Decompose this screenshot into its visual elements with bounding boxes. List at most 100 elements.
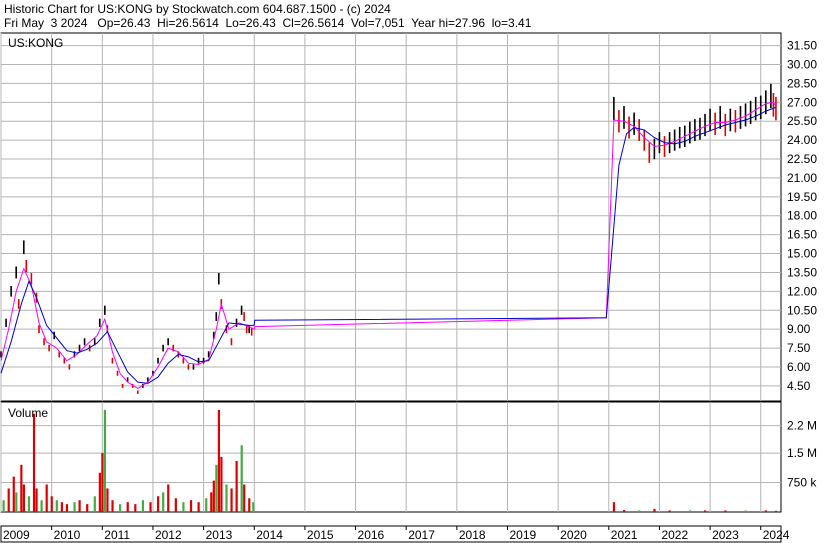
- x-tick-label: 2024: [763, 528, 790, 542]
- x-tick-label: 2022: [661, 528, 688, 542]
- price-tick-label: 19.50: [787, 190, 817, 204]
- volume-bar: [162, 492, 165, 512]
- price-tick-label: 21.00: [787, 171, 817, 185]
- volume-bar: [243, 484, 246, 512]
- x-tick-label: 2014: [256, 528, 283, 542]
- volume-bar: [55, 500, 58, 512]
- volume-bar: [15, 492, 18, 512]
- volume-bar: [35, 488, 38, 512]
- volume-bar: [40, 500, 43, 512]
- volume-bar: [141, 500, 145, 512]
- volume-plot-area: [0, 401, 782, 513]
- volume-bar: [167, 484, 170, 512]
- volume-bar: [93, 496, 96, 512]
- price-tick-label: 16.50: [787, 228, 817, 242]
- volume-bar: [240, 445, 243, 512]
- price-tick-label: 27.00: [787, 95, 817, 109]
- x-tick-label: 2010: [54, 528, 81, 542]
- volume-bar: [230, 488, 233, 512]
- x-tick-label: 2012: [155, 528, 182, 542]
- volume-bar: [12, 476, 15, 512]
- price-tick-label: 25.50: [787, 114, 817, 128]
- volume-bar: [248, 498, 251, 512]
- volume-bar: [7, 488, 10, 512]
- volume-bar: [22, 484, 25, 512]
- volume-bar: [612, 502, 616, 512]
- x-tick-label: 2019: [509, 528, 536, 542]
- volume-bar: [668, 510, 671, 512]
- x-tick-label: 2013: [206, 528, 233, 542]
- price-tick-label: 13.50: [787, 265, 817, 279]
- volume-bar: [225, 484, 228, 512]
- price-tick-label: 9.00: [787, 322, 811, 336]
- x-tick-label: 2020: [560, 528, 587, 542]
- volume-bar: [149, 502, 152, 512]
- x-axis: 2009 2010 2011 2012 2013 2014 2015 2016 2017 2018…: [0, 525, 790, 543]
- volume-bar: [106, 488, 109, 512]
- volume-bar: [86, 504, 89, 512]
- x-tick-label: 2023: [712, 528, 739, 542]
- volume-bar: [65, 504, 69, 512]
- x-tick-label: 2011: [104, 528, 130, 542]
- volume-bar: [215, 464, 218, 512]
- volume-bar: [182, 502, 185, 512]
- price-panel: 31.50 30.00 28.50 27.00 25.50 24.00 22.50 21.00…: [0, 32, 817, 402]
- volume-bar: [174, 498, 177, 512]
- price-tick-label: 15.00: [787, 247, 817, 261]
- volume-bar: [60, 502, 63, 512]
- price-tick-label: 10.50: [787, 303, 817, 317]
- volume-axis-ticks: 2.2 M 1.5 M 750 k: [787, 419, 817, 490]
- volume-bar: [212, 480, 215, 512]
- price-tick-label: 6.00: [787, 360, 811, 374]
- volume-tick-label: 750 k: [787, 476, 817, 490]
- volume-bar: [27, 496, 31, 512]
- volume-bar: [764, 510, 768, 512]
- x-tick-label: 2015: [307, 528, 334, 542]
- volume-bar: [744, 510, 747, 512]
- volume-bar: [78, 500, 81, 512]
- price-plot-area: [0, 32, 782, 402]
- volume-bar: [73, 502, 76, 512]
- volume-bar: [45, 484, 48, 512]
- volume-bar: [774, 510, 778, 512]
- x-tick-label: 2009: [3, 528, 30, 542]
- price-axis-ticks: 31.50 30.00 28.50 27.00 25.50 24.00 22.50 21.00…: [787, 39, 817, 393]
- volume-bar: [134, 504, 137, 512]
- price-tick-label: 4.50: [787, 379, 811, 393]
- volume-bar: [210, 492, 213, 512]
- volume-bar: [103, 409, 107, 512]
- volume-bar: [688, 510, 692, 512]
- volume-bar: [704, 510, 707, 512]
- volume-bar: [197, 502, 200, 512]
- volume-bar: [252, 502, 255, 512]
- volume-bar: [32, 413, 36, 512]
- x-tick-label: 2018: [459, 528, 486, 542]
- volume-bar: [157, 496, 160, 512]
- volume-bar: [622, 510, 626, 512]
- volume-bar: [235, 460, 238, 512]
- volume-bar: [724, 510, 727, 512]
- volume-bar: [217, 409, 220, 512]
- volume-panel: 2.2 M 1.5 M 750 k Volume: [0, 401, 817, 513]
- volume-bar: [50, 496, 53, 512]
- price-tick-label: 28.50: [787, 76, 817, 90]
- volume-bar: [101, 453, 104, 512]
- volume-bar: [205, 498, 208, 512]
- volume-tick-label: 2.2 M: [787, 419, 817, 433]
- volume-bar: [638, 510, 641, 512]
- volume-bar: [126, 502, 129, 512]
- price-tick-label: 12.00: [787, 284, 817, 298]
- price-tick-label: 30.00: [787, 58, 817, 72]
- volume-bar: [2, 500, 5, 512]
- x-tick-label: 2021: [611, 528, 638, 542]
- volume-bar: [119, 504, 122, 512]
- volume-bar: [20, 464, 23, 512]
- price-panel-label: US:KONG: [8, 36, 63, 50]
- x-tick-label: 2016: [358, 528, 385, 542]
- price-tick-label: 7.50: [787, 341, 811, 355]
- volume-bar: [189, 500, 193, 512]
- volume-bar: [653, 508, 656, 512]
- price-tick-label: 22.50: [787, 152, 817, 166]
- volume-tick-label: 1.5 M: [787, 446, 817, 460]
- x-tick-label: 2017: [408, 528, 435, 542]
